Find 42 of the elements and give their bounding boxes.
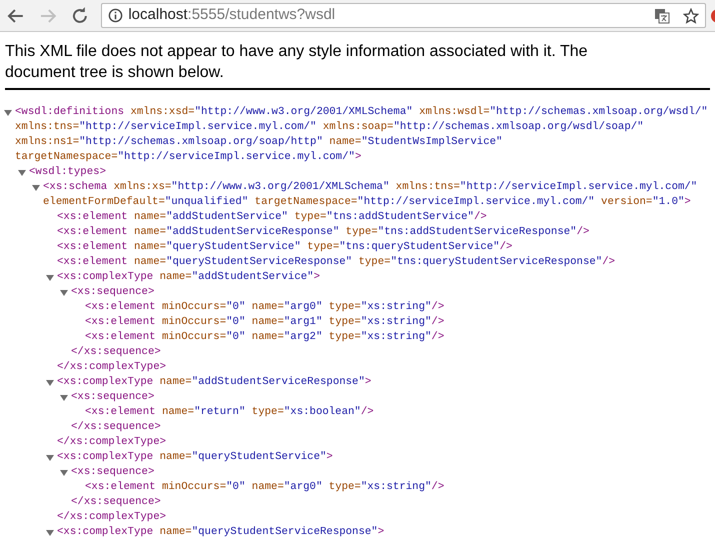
translate-icon[interactable]	[654, 8, 670, 24]
xml-closing-tag: </xs:sequence>	[71, 496, 161, 508]
xml-tag: <xs:element name="queryStudentService" type="tns:queryStudentService"/>	[57, 241, 512, 253]
xml-tag: <xs:element minOccurs="0" name="arg0" type="xs:string"/>	[85, 301, 444, 313]
xml-tag: <xs:complexType name="addStudentService">	[57, 271, 320, 283]
expand-triangle-icon[interactable]	[60, 394, 68, 402]
expand-triangle-icon[interactable]	[46, 379, 54, 387]
expand-triangle-icon[interactable]	[60, 469, 68, 477]
xml-closing-tag: </xs:complexType>	[57, 361, 166, 373]
xml-tag: <xs:sequence>	[71, 286, 154, 298]
xml-tag: <xs:element minOccurs="0" name="arg1" type="xs:string"/>	[85, 316, 444, 328]
xml-tag: <xs:element name="addStudentServiceResponse" type="tns:addStudentServiceResponse"/>	[57, 226, 590, 238]
expand-triangle-icon[interactable]	[32, 184, 40, 192]
expand-triangle-icon[interactable]	[46, 529, 54, 537]
xml-tag: <xs:element name="queryStudentServiceResponse" type="tns:queryStudentServiceResponse"/>	[57, 256, 616, 268]
expand-triangle-icon[interactable]	[46, 454, 54, 462]
xml-tag: <xs:complexType name="queryStudentServiceResponse">	[57, 526, 384, 538]
address-bar[interactable]: localhost:5555/studentws?wsdl	[101, 3, 706, 28]
xml-tag: <xs:sequence>	[71, 391, 154, 403]
xml-tag: <wsdl:definitions xmlns:xsd="http://www.w3.org/2001/XMLSchema" xmlns:wsdl="http://schemas.xmlsoap.org/wsdl/" xmlns:tns="http://serviceImpl.service.myl.com/" xmlns:soap="http://schemas.xmlsoap.org/wsdl/soap/" xmlns:ns1="http://schemas.xmlsoap.org/soap/http" name="StudentWsImplService" targetNamespace="http://serviceImpl.service.myl.com/">	[15, 106, 708, 163]
expand-triangle-icon[interactable]	[4, 109, 12, 117]
xml-tag: <xs:sequence>	[71, 466, 154, 478]
xml-tag: <xs:element name="addStudentService" type="tns:addStudentService"/>	[57, 211, 487, 223]
xml-tag: <xs:complexType name="queryStudentService">	[57, 451, 333, 463]
xml-closing-tag: </xs:complexType>	[57, 436, 166, 448]
xml-tag: <wsdl:types>	[29, 166, 106, 178]
expand-triangle-icon[interactable]	[18, 169, 26, 177]
xml-tag: <xs:complexType name="addStudentServiceResponse">	[57, 376, 372, 388]
xml-tag: <xs:element minOccurs="0" name="arg0" type="xs:string"/>	[85, 481, 444, 493]
xml-closing-tag: </xs:sequence>	[71, 421, 161, 433]
info-icon[interactable]	[108, 8, 124, 23]
extension-icon[interactable]	[710, 8, 715, 24]
star-icon[interactable]	[683, 8, 700, 24]
xml-closing-tag: </xs:sequence>	[71, 346, 161, 358]
expand-triangle-icon[interactable]	[46, 274, 54, 282]
xml-tag: <xs:element minOccurs="0" name="arg2" type="xs:string"/>	[85, 331, 444, 343]
expand-triangle-icon[interactable]	[60, 289, 68, 297]
xml-tag: <xs:element name="return" type="xs:boolean"/>	[85, 406, 374, 418]
notice-text: This XML file does not appear to have any style information associated with it. The document tree is shown below.	[4, 42, 589, 83]
xml-tag: <xs:schema xmlns:xs="http://www.w3.org/2001/XMLSchema" xmlns:tns="http://serviceImpl.service.myl.com/" elementFormDefault="unqualified" targetNamespace="http://serviceImpl.service.myl.com/" version="1.0">	[43, 181, 698, 208]
url-text: localhost:5555/studentws?wsdl	[128, 5, 336, 26]
xml-closing-tag: </xs:complexType>	[57, 511, 166, 523]
